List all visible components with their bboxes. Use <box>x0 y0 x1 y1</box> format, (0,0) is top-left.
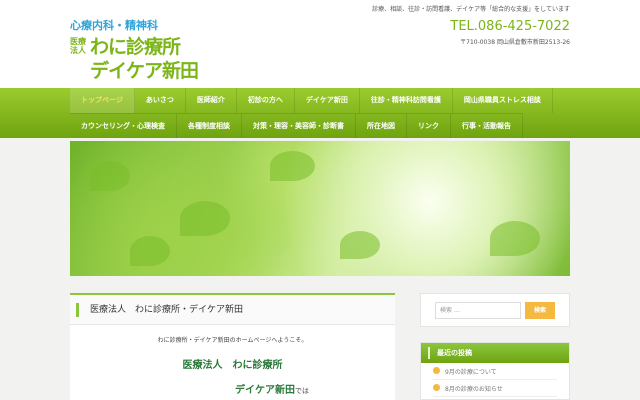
bullet-circle-icon <box>433 367 440 374</box>
leaf-shape <box>340 231 380 259</box>
nav-stress-consult[interactable]: 岡山県職員ストレス相談 <box>453 88 553 113</box>
post-link[interactable]: 9月の診療について <box>445 369 497 376</box>
daycare-name: デイケア新田 <box>235 385 295 396</box>
post-link[interactable]: 8月の診療のお知らせ <box>445 386 503 393</box>
tagline: 診療、相談、往診・訪問看護、デイケア等「総合的な支援」をしています <box>372 6 570 13</box>
main-nav: トップページ あいさつ 医師紹介 初診の方へ デイケア新田 往診・精神科訪問看護… <box>0 88 640 138</box>
daycare-heading: デイケア新田では <box>235 381 395 396</box>
nav-systems[interactable]: 各種制度相談 <box>177 114 242 138</box>
logo-subtitle[interactable]: 心療内科・精神科 <box>70 17 158 33</box>
site-header: 心療内科・精神科 医療法人 わに診療所 デイケア新田 診療、相談、往診・訪問看護… <box>0 0 640 88</box>
nav-doctors[interactable]: 医師紹介 <box>186 88 237 113</box>
recent-posts-title: 最近の投稿 <box>421 343 569 363</box>
nav-certificates[interactable]: 対策・理容・美容師・診断書 <box>242 114 356 138</box>
recent-post-item[interactable]: 9月の診療について <box>433 363 557 380</box>
nav-greeting[interactable]: あいさつ <box>135 88 186 113</box>
search-button[interactable]: 検索 <box>525 302 555 319</box>
phone-number: TEL.086-425-7022 <box>450 19 570 34</box>
nav-map[interactable]: 所在地図 <box>356 114 407 138</box>
search-input[interactable]: 検索 … <box>435 302 521 319</box>
logo-hojin[interactable]: 医療法人 <box>70 37 88 55</box>
leaf-shape <box>90 161 130 191</box>
search-widget: 検索 … 検索 <box>420 293 570 327</box>
page-title: 医療法人 わに診療所・デイケア新田 <box>70 295 395 325</box>
leaf-shape <box>130 236 170 266</box>
clinic-heading: 医療法人 わに診療所 <box>182 360 283 371</box>
address: 〒710-0038 岡山県倉敷市新田2513-26 <box>460 39 570 46</box>
main-content: 医療法人 わに診療所・デイケア新田 わに診療所・デイケア新田のホームページへよう… <box>70 293 395 400</box>
nav-counseling[interactable]: カウンセリング・心理検査 <box>70 114 177 138</box>
recent-post-item[interactable]: 8月の診療のお知らせ <box>433 380 557 397</box>
nav-home-visit[interactable]: 往診・精神科訪問看護 <box>360 88 453 113</box>
daycare-suffix: では <box>295 387 309 395</box>
bullet-circle-icon <box>433 384 440 391</box>
leaf-shape <box>270 151 315 181</box>
leaf-shape <box>490 221 540 256</box>
hero-image-leaves <box>70 141 570 276</box>
logo-clinic-name[interactable]: わに診療所 <box>90 32 181 59</box>
recent-posts-widget: 最近の投稿 9月の診療について 8月の診療のお知らせ <box>420 342 570 400</box>
leaf-shape <box>180 201 230 236</box>
nav-daycare[interactable]: デイケア新田 <box>295 88 360 113</box>
logo-daycare-name[interactable]: デイケア新田 <box>90 56 199 83</box>
nav-links[interactable]: リンク <box>407 114 451 138</box>
nav-events[interactable]: 行事・活動報告 <box>451 114 523 138</box>
nav-top[interactable]: トップページ <box>70 88 135 113</box>
welcome-text: わに診療所・デイケア新田のホームページへようこそ。 <box>157 337 308 344</box>
nav-first-visit[interactable]: 初診の方へ <box>237 88 295 113</box>
